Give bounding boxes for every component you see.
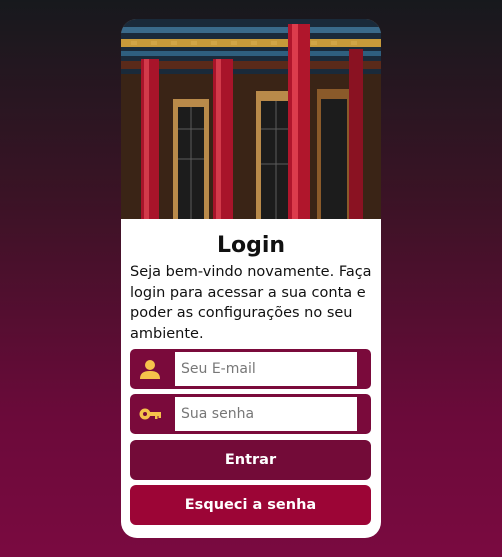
email-field-group <box>130 349 371 389</box>
temple-photo <box>121 19 381 219</box>
welcome-description: Seja bem-vindo novamente. Faça login par… <box>130 264 372 342</box>
key-icon <box>139 408 161 420</box>
email-input[interactable] <box>175 352 357 386</box>
user-icon <box>140 360 160 379</box>
password-field-group <box>130 394 371 434</box>
password-input[interactable] <box>175 397 357 431</box>
forgot-password-button[interactable]: Esqueci a senha <box>130 485 371 525</box>
page-title: Login <box>216 233 286 258</box>
submit-button[interactable]: Entrar <box>130 440 371 480</box>
login-card: Login Seja bem-vindo novamente. Faça log… <box>121 19 381 538</box>
